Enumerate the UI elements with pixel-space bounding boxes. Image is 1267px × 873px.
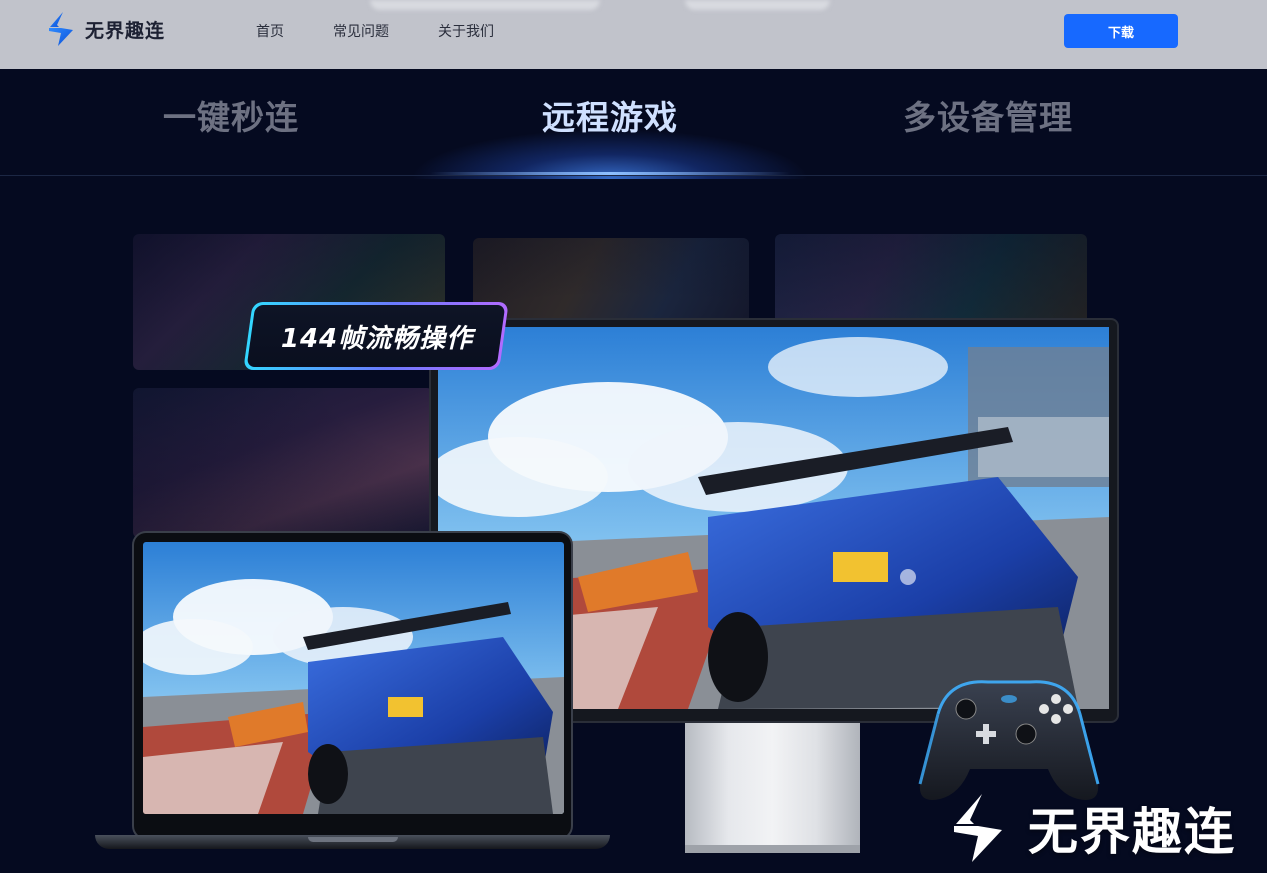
brand-watermark: 无界趣连 [948, 792, 1236, 864]
main-nav: 首页 常见问题 关于我们 [256, 21, 543, 41]
header-blur-decoration [685, 0, 830, 10]
laptop-screen-race-image [143, 542, 564, 814]
nav-item-about[interactable]: 关于我们 [438, 21, 494, 41]
brand-logo[interactable]: 无界趣连 [46, 12, 165, 46]
game-thumbnail [775, 234, 1087, 324]
nav-item-home[interactable]: 首页 [256, 21, 284, 41]
tab-remote-gaming[interactable]: 远程游戏 [542, 91, 678, 139]
monitor-stand-base [685, 845, 860, 853]
download-button[interactable]: 下载 [1064, 14, 1178, 48]
game-thumbnail [133, 388, 433, 538]
feature-badge-label: 144帧流畅操作 [280, 324, 474, 354]
brand-name: 无界趣连 [85, 19, 166, 42]
nav-item-faq[interactable]: 常见问题 [333, 21, 389, 41]
game-thumbnail [473, 238, 749, 328]
top-nav-bar: 无界趣连 首页 常见问题 关于我们 下载 [0, 0, 1267, 69]
tab-multi-device[interactable]: 多设备管理 [903, 91, 1073, 139]
header-blur-decoration [370, 0, 600, 10]
lightning-logo-icon [49, 12, 73, 46]
tabs-divider [0, 175, 1267, 176]
laptop-notch [308, 837, 398, 842]
lightning-watermark-icon [954, 794, 1002, 862]
tab-one-click-connect[interactable]: 一键秒连 [163, 91, 299, 139]
gamepad-controller [918, 674, 1100, 804]
feature-tabs: 一键秒连 远程游戏 多设备管理 [0, 69, 1267, 179]
watermark-text: 无界趣连 [1028, 803, 1236, 861]
monitor-stand [685, 721, 860, 852]
